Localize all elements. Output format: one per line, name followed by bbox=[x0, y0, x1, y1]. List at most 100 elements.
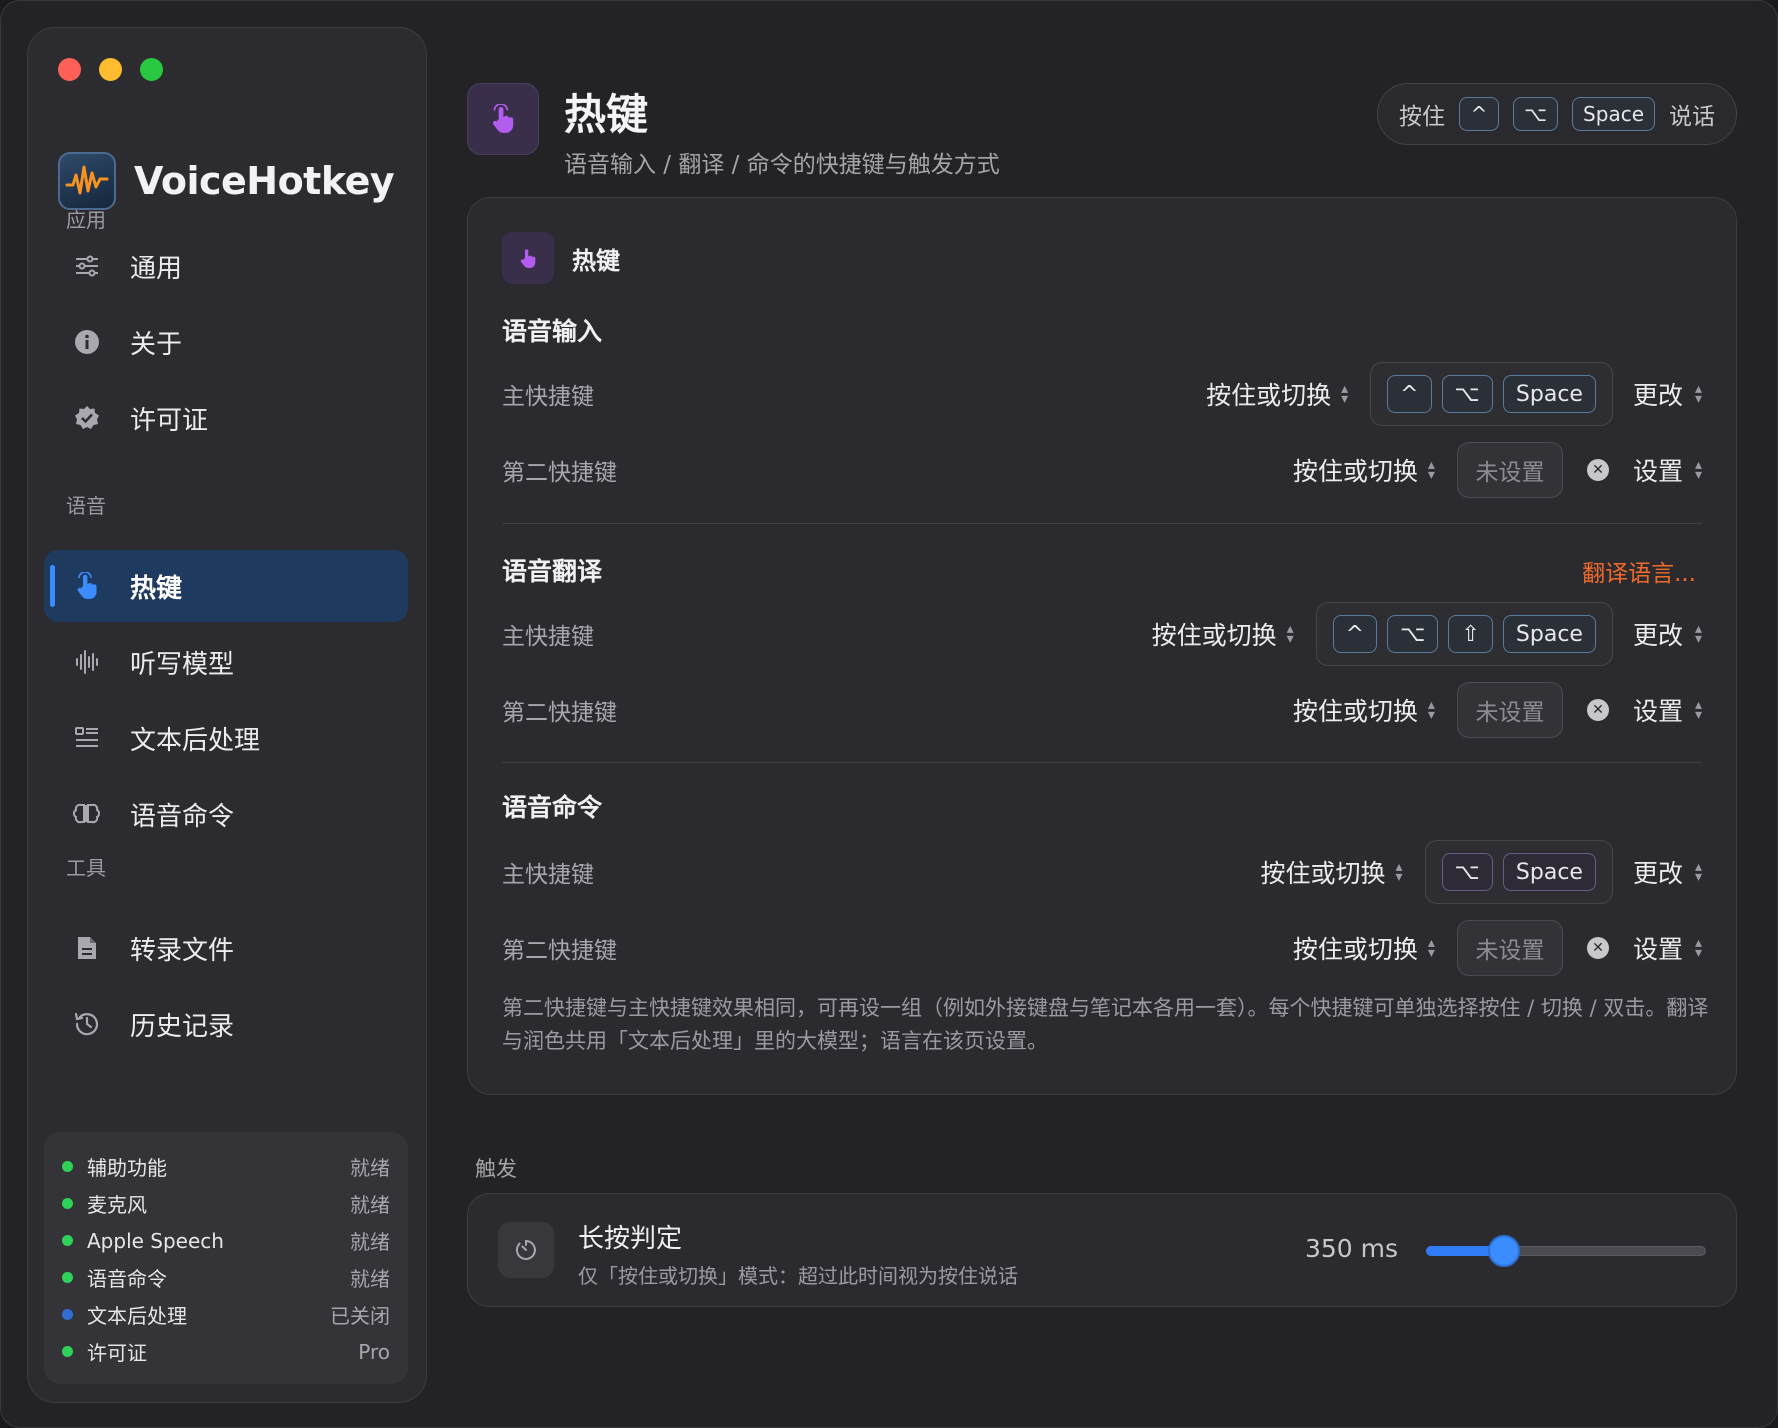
set-button[interactable]: 设置 ▴ ▾ bbox=[1633, 692, 1702, 728]
sidebar-item-transcribe-file[interactable]: 转录文件 bbox=[44, 912, 408, 984]
key-space: Space bbox=[1502, 615, 1596, 653]
section-label-voice: 语音 bbox=[66, 494, 106, 518]
sidebar-item-label: 许可证 bbox=[130, 405, 209, 436]
unset-shortcut-field[interactable]: 未设置 bbox=[1456, 920, 1563, 976]
sidebar-item-voice-commands[interactable]: 语音命令 bbox=[44, 778, 408, 850]
shortcut-keys[interactable]: ⌥ Space bbox=[1424, 840, 1613, 904]
status-row: 辅助功能 就绪 bbox=[62, 1148, 390, 1185]
change-button[interactable]: 更改 ▴ ▾ bbox=[1633, 376, 1702, 412]
status-name: Apple Speech bbox=[87, 1228, 224, 1253]
action-label: 更改 bbox=[1632, 621, 1683, 650]
status-value: 就绪 bbox=[350, 1267, 390, 1291]
clear-icon[interactable]: ✕ bbox=[1586, 459, 1609, 481]
sidebar-item-license[interactable]: 许可证 bbox=[44, 382, 408, 454]
action-label: 设置 bbox=[1632, 935, 1683, 964]
sidebar-item-history[interactable]: 历史记录 bbox=[44, 988, 408, 1060]
sidebar-item-label: 历史记录 bbox=[130, 1011, 235, 1042]
mode-select[interactable]: 按住或切换 ▴ ▾ bbox=[1293, 452, 1435, 488]
card-header: 热键 bbox=[502, 232, 620, 284]
translate-language-link[interactable]: 翻译语言... bbox=[1582, 554, 1696, 588]
chevron-updown-icon: ▴ ▾ bbox=[1286, 621, 1294, 647]
chevron-updown-icon: ▴ ▾ bbox=[1694, 621, 1702, 647]
status-row: 文本后处理 已关闭 bbox=[62, 1296, 390, 1333]
group-title-voice-input: 语音输入 bbox=[502, 317, 603, 346]
app-name: VoiceHotkey bbox=[134, 159, 395, 203]
brand: VoiceHotkey bbox=[58, 152, 395, 210]
row-label: 第二快捷键 bbox=[502, 700, 617, 726]
clear-icon[interactable]: ✕ bbox=[1586, 699, 1609, 721]
mode-select[interactable]: 按住或切换 ▴ ▾ bbox=[1261, 854, 1403, 890]
status-name: 辅助功能 bbox=[87, 1156, 167, 1180]
change-button[interactable]: 更改 ▴ ▾ bbox=[1633, 616, 1702, 652]
app-window: VoiceHotkey 应用 通用 关于 许可证 语音 热键 听写模型 文本后处… bbox=[0, 0, 1778, 1428]
key-control: ^ bbox=[1387, 375, 1432, 413]
mode-select[interactable]: 按住或切换 ▴ ▾ bbox=[1206, 376, 1348, 412]
status-panel: 辅助功能 就绪 麦克风 就绪 Apple Speech 就绪 语音命令 就绪 文… bbox=[44, 1132, 408, 1384]
chevron-updown-icon: ▴ ▾ bbox=[1694, 381, 1702, 407]
status-dot bbox=[62, 1272, 73, 1283]
action-label: 更改 bbox=[1632, 381, 1683, 410]
sidebar: VoiceHotkey 应用 通用 关于 许可证 语音 热键 听写模型 文本后处… bbox=[27, 27, 427, 1403]
row-label: 主快捷键 bbox=[502, 384, 594, 410]
sliders-icon bbox=[72, 251, 102, 281]
sidebar-item-label: 关于 bbox=[130, 329, 183, 360]
key-option: ⌥ bbox=[1387, 615, 1439, 653]
section-label-app: 应用 bbox=[66, 208, 106, 232]
voice-command-secondary-row: 第二快捷键 按住或切换 ▴ ▾ 未设置 ✕ 设置 ▴ ▾ bbox=[502, 912, 1702, 984]
sidebar-item-text-postprocess[interactable]: 文本后处理 bbox=[44, 702, 408, 774]
mode-select[interactable]: 按住或切换 ▴ ▾ bbox=[1293, 692, 1435, 728]
chevron-updown-icon: ▴ ▾ bbox=[1694, 935, 1702, 961]
hand-pointer-icon bbox=[72, 571, 102, 601]
sidebar-item-dictation-model[interactable]: 听写模型 bbox=[44, 626, 408, 698]
status-dot bbox=[62, 1161, 73, 1172]
chevron-updown-icon: ▴ ▾ bbox=[1395, 859, 1403, 885]
mode-label: 按住或切换 bbox=[1292, 457, 1418, 486]
hand-pointer-icon bbox=[502, 232, 554, 284]
window-controls bbox=[58, 58, 163, 81]
history-icon bbox=[72, 1009, 102, 1039]
status-value: 就绪 bbox=[350, 1156, 390, 1180]
mode-label: 按住或切换 bbox=[1260, 859, 1386, 888]
row-label: 主快捷键 bbox=[502, 862, 594, 888]
status-name: 麦克风 bbox=[87, 1193, 147, 1217]
minimize-window-button[interactable] bbox=[99, 58, 122, 81]
status-name: 语音命令 bbox=[87, 1267, 167, 1291]
status-dot bbox=[62, 1346, 73, 1357]
clear-icon[interactable]: ✕ bbox=[1586, 937, 1609, 959]
shortcut-keys[interactable]: ^ ⌥ ⇧ Space bbox=[1315, 602, 1613, 666]
document-icon bbox=[72, 933, 102, 963]
sidebar-item-general[interactable]: 通用 bbox=[44, 230, 408, 302]
voice-translate-primary-row: 主快捷键 按住或切换 ▴ ▾ ^ ⌥ ⇧ Space 更改 ▴ ▾ bbox=[502, 598, 1702, 670]
badge-check-icon bbox=[72, 403, 102, 433]
status-dot bbox=[62, 1198, 73, 1209]
mode-select[interactable]: 按住或切换 ▴ ▾ bbox=[1152, 616, 1294, 652]
set-button[interactable]: 设置 ▴ ▾ bbox=[1633, 930, 1702, 966]
unset-shortcut-field[interactable]: 未设置 bbox=[1456, 442, 1563, 498]
timer-icon bbox=[498, 1222, 554, 1278]
status-name: 文本后处理 bbox=[87, 1304, 187, 1328]
set-button[interactable]: 设置 ▴ ▾ bbox=[1633, 452, 1702, 488]
key-option: ⌥ bbox=[1513, 97, 1559, 131]
long-press-title: 长按判定 bbox=[578, 1224, 683, 1254]
zoom-window-button[interactable] bbox=[140, 58, 163, 81]
change-button[interactable]: 更改 ▴ ▾ bbox=[1633, 854, 1702, 890]
voice-command-primary-row: 主快捷键 按住或切换 ▴ ▾ ⌥ Space 更改 ▴ ▾ bbox=[502, 836, 1702, 908]
long-press-slider[interactable] bbox=[1426, 1235, 1706, 1267]
section-label-trigger: 触发 bbox=[475, 1157, 517, 1181]
sidebar-item-label: 转录文件 bbox=[130, 935, 235, 966]
key-option: ⌥ bbox=[1441, 853, 1493, 891]
sidebar-item-about[interactable]: 关于 bbox=[44, 306, 408, 378]
slider-thumb[interactable] bbox=[1488, 1235, 1521, 1267]
section-label-tools: 工具 bbox=[66, 856, 106, 880]
sidebar-item-hotkeys[interactable]: 热键 bbox=[44, 550, 408, 622]
chevron-updown-icon: ▴ ▾ bbox=[1341, 381, 1349, 407]
info-icon bbox=[72, 327, 102, 357]
unset-shortcut-field[interactable]: 未设置 bbox=[1456, 682, 1563, 738]
shortcut-keys[interactable]: ^ ⌥ Space bbox=[1370, 362, 1613, 426]
key-option: ⌥ bbox=[1441, 375, 1493, 413]
hotkeys-footnote: 第二快捷键与主快捷键效果相同，可再设一组（例如外接键盘与笔记本各用一套）。每个快… bbox=[502, 996, 1709, 1053]
key-shift: ⇧ bbox=[1448, 615, 1493, 653]
mode-select[interactable]: 按住或切换 ▴ ▾ bbox=[1293, 930, 1435, 966]
close-window-button[interactable] bbox=[58, 58, 81, 81]
brain-icon bbox=[72, 799, 102, 829]
